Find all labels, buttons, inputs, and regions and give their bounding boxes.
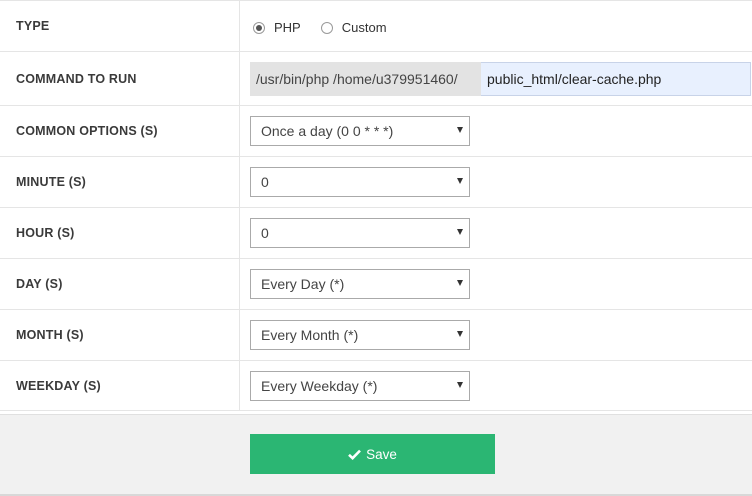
radio-custom-label[interactable]: Custom [342,20,387,35]
radio-php-label[interactable]: PHP [274,20,301,35]
hour-select[interactable]: 0 [250,218,470,248]
save-button[interactable]: Save [250,434,495,474]
day-value: Every Day (*) [261,276,345,292]
radio-php[interactable] [253,21,265,34]
row-common-options: COMMON OPTIONS (S) Once a day (0 0 * * *… [0,106,752,157]
command-input-group: /usr/bin/php /home/u379951460/ public_ht… [250,61,751,96]
caret-down-icon [457,229,463,235]
minute-select[interactable]: 0 [250,167,470,197]
row-day: DAY (S) Every Day (*) [0,259,752,310]
month-label: MONTH (S) [0,310,240,360]
hour-label: HOUR (S) [0,208,240,258]
save-button-label: Save [366,446,397,462]
type-label: TYPE [0,1,240,51]
hour-value: 0 [261,225,269,241]
common-options-select[interactable]: Once a day (0 0 * * *) [250,116,470,146]
row-month: MONTH (S) Every Month (*) [0,310,752,361]
cron-job-form: TYPE PHP Custom COMMAND TO RUN /usr/bin/… [0,0,752,496]
caret-down-icon [457,331,463,337]
common-options-label: COMMON OPTIONS (S) [0,106,240,156]
caret-down-icon [457,381,463,388]
command-label: COMMAND TO RUN [0,52,240,105]
weekday-label: WEEKDAY (S) [0,361,240,410]
weekday-value: Every Weekday (*) [261,377,378,394]
weekday-select[interactable]: Every Weekday (*) [250,370,470,401]
day-select[interactable]: Every Day (*) [250,269,470,299]
check-icon [348,449,362,460]
month-select[interactable]: Every Month (*) [250,320,470,350]
caret-down-icon [457,127,463,133]
row-minute: MINUTE (S) 0 [0,157,752,208]
row-hour: HOUR (S) 0 [0,208,752,259]
day-label: DAY (S) [0,259,240,309]
command-input[interactable]: public_html/clear-cache.php [481,61,751,96]
month-value: Every Month (*) [261,327,359,343]
minute-value: 0 [261,174,269,190]
common-options-value: Once a day (0 0 * * *) [261,123,394,139]
type-radio-group: PHP Custom [250,17,407,35]
caret-down-icon [457,280,463,286]
caret-down-icon [457,178,463,184]
radio-custom[interactable] [320,21,333,34]
command-prefix: /usr/bin/php /home/u379951460/ [250,61,481,96]
row-command: COMMAND TO RUN /usr/bin/php /home/u37995… [0,52,752,106]
row-type: TYPE PHP Custom [0,1,752,52]
row-weekday: WEEKDAY (S) Every Weekday (*) [0,361,752,411]
minute-label: MINUTE (S) [0,157,240,207]
form-footer: Save [0,414,752,494]
